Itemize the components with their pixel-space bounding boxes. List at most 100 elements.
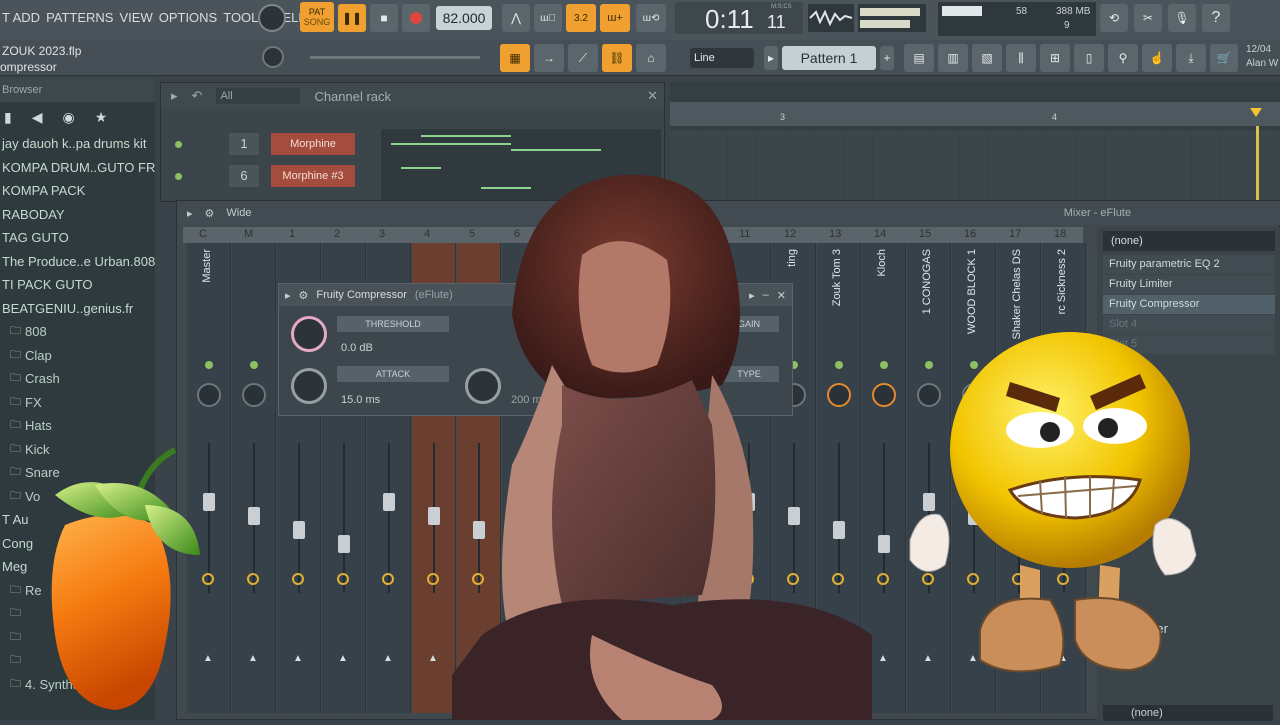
- browser-folder[interactable]: 🗀 808: [0, 320, 155, 344]
- input-selector[interactable]: (none): [1103, 231, 1275, 251]
- pause-button[interactable]: ❚❚: [338, 4, 366, 32]
- fx-slot[interactable]: Fruity Limiter: [1103, 275, 1275, 294]
- gear-icon[interactable]: ⚙: [299, 289, 309, 302]
- browser-pack[interactable]: TI PACK GUTO: [0, 273, 155, 297]
- plugin-icon[interactable]: ⚲: [1108, 44, 1138, 72]
- loop-record-icon[interactable]: ɯ⟲: [636, 4, 666, 32]
- pan-knob[interactable]: [242, 383, 266, 407]
- mixer-view[interactable]: Wide: [226, 207, 251, 219]
- volume-fader[interactable]: [428, 507, 440, 525]
- browser-pack[interactable]: KOMPA DRUM..GUTO FREE: [0, 156, 155, 180]
- playhead-icon[interactable]: [1250, 108, 1262, 117]
- help-icon[interactable]: ?: [1202, 4, 1230, 32]
- add-pattern-button[interactable]: +: [880, 46, 894, 70]
- volume-fader[interactable]: [293, 521, 305, 539]
- fx-slot[interactable]: Fruity Compressor: [1103, 295, 1275, 314]
- pat-song-toggle[interactable]: PAT SONG: [300, 2, 334, 32]
- send-arrow-icon[interactable]: ▲: [338, 653, 348, 664]
- fx-slot[interactable]: Fruity parametric EQ 2: [1103, 255, 1275, 274]
- send-arrow-icon[interactable]: ▲: [383, 653, 393, 664]
- volume-fader[interactable]: [383, 493, 395, 511]
- browser-pack[interactable]: The Produce..e Urban.808: [0, 250, 155, 274]
- mixer-icon[interactable]: ⫼: [1006, 44, 1036, 72]
- microphone-icon[interactable]: 🎙: [1168, 4, 1196, 32]
- time-display[interactable]: 0:11 11 M:S:CS: [675, 2, 803, 34]
- globe-icon[interactable]: ◉: [63, 109, 75, 126]
- browser-folder[interactable]: 🗀 Clap: [0, 344, 155, 368]
- browser-pack[interactable]: jay dauoh k..pa drums kit: [0, 132, 155, 156]
- browser-pack[interactable]: KOMPA PACK: [0, 179, 155, 203]
- route-icon[interactable]: [247, 573, 259, 585]
- snap-selector[interactable]: Line: [690, 48, 754, 68]
- mixer-strip[interactable]: ▲: [232, 243, 276, 713]
- pattern-selector[interactable]: Pattern 1: [782, 46, 876, 70]
- master-volume-knob[interactable]: [258, 4, 286, 32]
- stop-button[interactable]: ■: [370, 4, 398, 32]
- route-icon[interactable]: [337, 573, 349, 585]
- piano-roll-icon[interactable]: ▦: [500, 44, 530, 72]
- undo-icon[interactable]: ⟲: [1100, 4, 1128, 32]
- menu-add[interactable]: T ADD: [2, 10, 40, 25]
- browser-pack[interactable]: TAG GUTO: [0, 226, 155, 250]
- send-arrow-icon[interactable]: ▲: [428, 653, 438, 664]
- pattern-prev-button[interactable]: ▸: [764, 46, 778, 70]
- metronome-icon[interactable]: ⋀: [502, 4, 530, 32]
- browser-pack[interactable]: BEATGENIU..genius.fr: [0, 297, 155, 321]
- folder-icon[interactable]: ▮: [4, 109, 12, 126]
- stamp-icon[interactable]: ⌂: [636, 44, 666, 72]
- send-arrow-icon[interactable]: ▲: [293, 653, 303, 664]
- pitch-knob[interactable]: [262, 46, 284, 68]
- channel-num[interactable]: 1: [229, 133, 259, 155]
- output-selector[interactable]: (none): [1103, 705, 1273, 721]
- brush-icon[interactable]: ⟋: [568, 44, 598, 72]
- link-icon[interactable]: ⛓: [602, 44, 632, 72]
- menu-view[interactable]: VIEW: [119, 10, 152, 25]
- arrow-icon[interactable]: ▸: [285, 289, 291, 302]
- arrow-icon[interactable]: ▸: [171, 88, 178, 104]
- route-icon[interactable]: [292, 573, 304, 585]
- channel-filter[interactable]: All: [216, 88, 301, 104]
- piano-roll-view-icon[interactable]: ▧: [972, 44, 1002, 72]
- cut-icon[interactable]: ✂: [1134, 4, 1162, 32]
- cart-icon[interactable]: 🛒: [1210, 44, 1238, 72]
- attack-knob[interactable]: [291, 368, 327, 404]
- mute-led[interactable]: [175, 173, 182, 180]
- browser-folder[interactable]: 🗀 Crash: [0, 367, 155, 391]
- blend-notes-icon[interactable]: ɯ+: [600, 4, 630, 32]
- strip-led[interactable]: [205, 361, 213, 369]
- route-icon[interactable]: [382, 573, 394, 585]
- mixer-tool-icon[interactable]: ⚙: [205, 207, 215, 220]
- threshold-knob[interactable]: [291, 316, 327, 352]
- browser-pack[interactable]: RABODAY: [0, 203, 155, 227]
- browser-folder[interactable]: 🗀 FX: [0, 391, 155, 415]
- menu-patterns[interactable]: PATTERNS: [46, 10, 113, 25]
- send-arrow-icon[interactable]: ▲: [248, 653, 258, 664]
- touch-icon[interactable]: ☝: [1142, 44, 1172, 72]
- arrow-icon[interactable]: ▸: [187, 207, 193, 220]
- main-pitch-slider[interactable]: [310, 56, 480, 59]
- strip-led[interactable]: [250, 361, 258, 369]
- wait-input-icon[interactable]: ɯ⃝: [534, 4, 562, 32]
- channel-name[interactable]: Morphine #3: [271, 165, 355, 187]
- channel-num[interactable]: 6: [229, 165, 259, 187]
- record-button[interactable]: [402, 4, 430, 32]
- tempo-display[interactable]: 82.000: [436, 6, 492, 30]
- playlist-icon[interactable]: ▤: [904, 44, 934, 72]
- countdown-icon[interactable]: 3.2: [566, 4, 596, 32]
- pan-knob[interactable]: [197, 383, 221, 407]
- next-icon[interactable]: →: [534, 44, 564, 72]
- download-icon[interactable]: ⤓: [1176, 44, 1206, 72]
- speaker-icon[interactable]: ◀: [32, 109, 43, 126]
- star-icon[interactable]: ★: [95, 109, 108, 126]
- channel-rack-icon[interactable]: ▥: [938, 44, 968, 72]
- undo-small-icon[interactable]: ↶: [192, 88, 203, 104]
- file-icon[interactable]: ▯: [1074, 44, 1104, 72]
- volume-fader[interactable]: [248, 507, 260, 525]
- mute-led[interactable]: [175, 141, 182, 148]
- channel-name[interactable]: Morphine: [271, 133, 355, 155]
- route-icon[interactable]: [427, 573, 439, 585]
- browser-icon[interactable]: ⊞: [1040, 44, 1070, 72]
- menu-options[interactable]: OPTIONS: [159, 10, 218, 25]
- volume-fader[interactable]: [338, 535, 350, 553]
- browser-folder[interactable]: 🗀 Hats: [0, 414, 155, 438]
